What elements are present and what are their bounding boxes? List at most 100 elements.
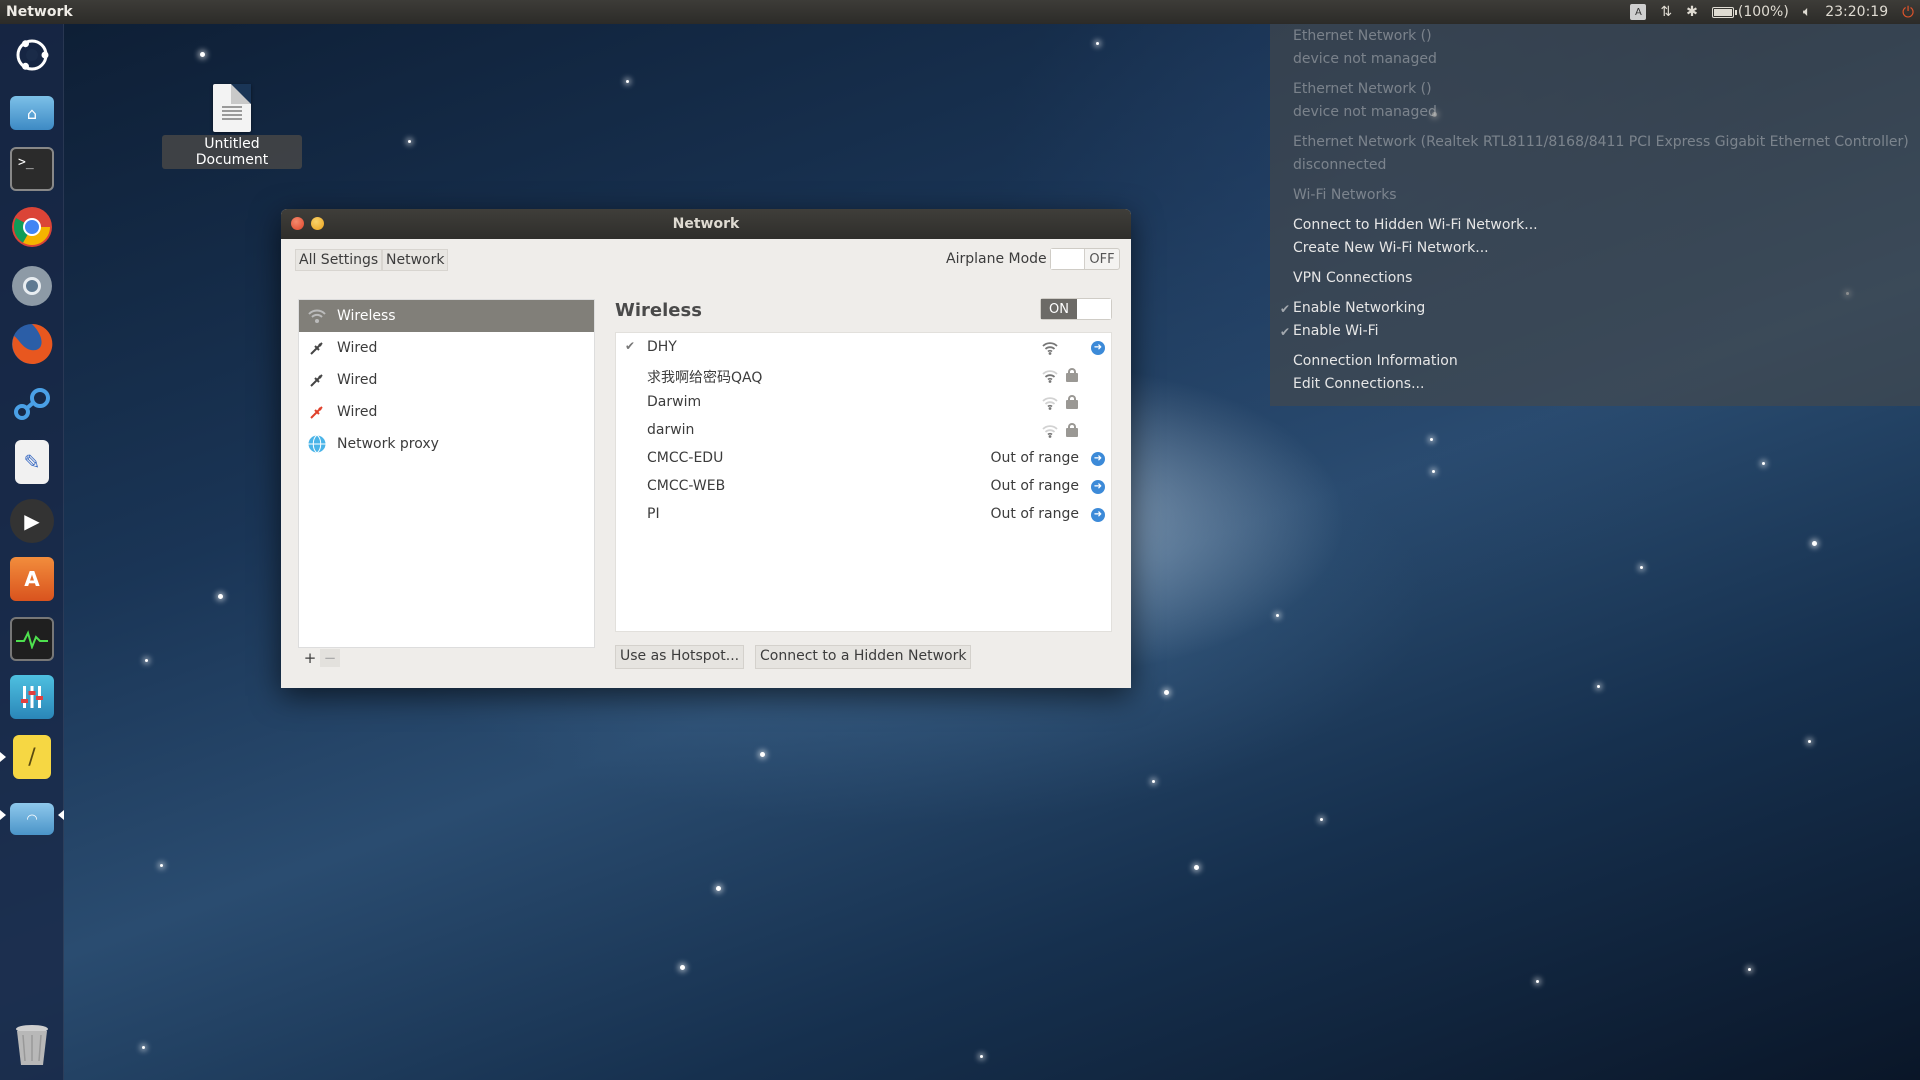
launcher: ⌂ >_ ✎ ▶ A / ◠ xyxy=(0,24,64,1080)
add-device-button[interactable]: + xyxy=(300,649,320,667)
breadcrumb-network[interactable]: Network xyxy=(382,249,449,271)
title-bar[interactable]: Network xyxy=(281,209,1131,239)
wifi-network-status: Out of range xyxy=(990,478,1079,494)
menu-item[interactable]: Enable Networking xyxy=(1293,300,1425,316)
menu-item[interactable]: Connection Information xyxy=(1293,353,1458,369)
text-editor-icon[interactable]: ✎ xyxy=(7,437,57,487)
remove-device-button[interactable]: − xyxy=(320,649,340,667)
firefox-icon[interactable] xyxy=(7,319,57,369)
menu-item[interactable]: VPN Connections xyxy=(1293,270,1412,286)
sidebar-item-wired[interactable]: Wired xyxy=(299,364,594,396)
wifi-network-row[interactable]: CMCC-WEB Out of range ➜ xyxy=(616,474,1111,500)
network-settings-window: Network All Settings Network Airplane Mo… xyxy=(281,209,1131,688)
active-app-title: Network xyxy=(6,4,73,20)
star xyxy=(1276,614,1279,617)
steam-icon[interactable] xyxy=(7,379,57,429)
video-player-icon[interactable]: ▶ xyxy=(7,496,57,546)
sidebar-item-label: Wired xyxy=(337,340,378,356)
star xyxy=(1320,818,1323,821)
focused-pip xyxy=(58,810,64,820)
menu-item[interactable]: Edit Connections... xyxy=(1293,376,1424,392)
network-indicator-icon[interactable]: ⇅ xyxy=(1660,4,1672,20)
sidebar-item-wired[interactable]: Wired xyxy=(299,396,594,428)
notes-icon[interactable]: / xyxy=(0,732,57,782)
star xyxy=(1194,865,1199,870)
airplane-state: OFF xyxy=(1089,251,1115,267)
trash-icon[interactable] xyxy=(7,1020,57,1070)
wireless-toggle[interactable]: ON xyxy=(1040,298,1112,320)
volume-icon[interactable]: 🔈︎ xyxy=(1803,4,1811,20)
breadcrumb-all-settings[interactable]: All Settings xyxy=(295,249,383,271)
chromium-icon[interactable] xyxy=(7,261,57,311)
menu-item[interactable]: Create New Wi-Fi Network... xyxy=(1293,240,1489,256)
wired-error-icon xyxy=(307,402,327,422)
star xyxy=(1164,690,1169,695)
star xyxy=(160,864,163,867)
network-folder-icon[interactable]: ◠ xyxy=(0,790,64,840)
network-details-arrow-icon[interactable]: ➜ xyxy=(1091,480,1105,494)
sidebar-item-label: Wireless xyxy=(337,308,396,324)
software-center-icon[interactable]: A xyxy=(7,554,57,604)
indicator-area: A ⇅ ✱ (100%) 🔈︎ 23:20:19 ⏻ xyxy=(1630,0,1914,24)
wifi-signal-icon xyxy=(1042,425,1058,438)
home-folder-icon[interactable]: ⌂ xyxy=(7,84,57,134)
sidebar-item-wireless[interactable]: Wireless xyxy=(299,300,594,332)
toggle-knob xyxy=(1077,299,1111,319)
network-details-arrow-icon[interactable]: ➜ xyxy=(1091,452,1105,466)
menu-item[interactable]: Enable Wi-Fi xyxy=(1293,323,1379,339)
sidebar-item-network-proxy[interactable]: Network proxy xyxy=(299,428,594,460)
wifi-network-row[interactable]: Darwim xyxy=(616,390,1111,416)
toolbar: All Settings Network Airplane Mode OFF xyxy=(281,239,1131,279)
use-as-hotspot-button[interactable]: Use as Hotspot... xyxy=(615,645,745,669)
wifi-network-row[interactable]: CMCC-EDU Out of range ➜ xyxy=(616,446,1111,472)
airplane-mode-toggle[interactable]: OFF xyxy=(1050,248,1120,270)
network-details-arrow-icon[interactable]: ➜ xyxy=(1091,341,1105,355)
wifi-network-name: Darwim xyxy=(647,394,702,410)
toggle-knob xyxy=(1051,249,1085,269)
star xyxy=(1096,42,1099,45)
star xyxy=(626,80,629,83)
network-details-arrow-icon[interactable]: ➜ xyxy=(1091,508,1105,522)
star xyxy=(980,1055,983,1058)
power-icon[interactable]: ⏻ xyxy=(1902,3,1914,21)
connect-hidden-network-button[interactable]: Connect to a Hidden Network xyxy=(755,645,972,669)
wifi-network-row[interactable]: 求我啊给密码QAQ xyxy=(616,363,1111,389)
star xyxy=(716,886,721,891)
menu-item[interactable]: Connect to Hidden Wi-Fi Network... xyxy=(1293,217,1538,233)
wifi-network-name: CMCC-EDU xyxy=(647,450,724,466)
star xyxy=(145,659,148,662)
wifi-network-row[interactable]: darwin xyxy=(616,418,1111,444)
globe-icon xyxy=(307,434,327,454)
desktop-icon-label: Untitled Document xyxy=(162,135,302,169)
star xyxy=(760,752,765,757)
star xyxy=(1152,780,1155,783)
wireless-icon xyxy=(307,306,327,326)
system-monitor-icon[interactable] xyxy=(7,614,57,664)
bluetooth-icon[interactable]: ✱ xyxy=(1686,4,1698,20)
battery-indicator[interactable]: (100%) xyxy=(1711,4,1789,20)
wifi-network-row[interactable]: PI Out of range ➜ xyxy=(616,502,1111,528)
sound-mixer-icon[interactable] xyxy=(7,672,57,722)
lock-icon xyxy=(1066,395,1078,409)
device-list-controls: + − xyxy=(300,649,340,667)
sidebar-item-label: Wired xyxy=(337,404,378,420)
wifi-network-name: DHY xyxy=(647,339,677,355)
menu-item: Ethernet Network (Realtek RTL8111/8168/8… xyxy=(1293,134,1909,150)
battery-percent: (100%) xyxy=(1737,4,1789,20)
star xyxy=(408,140,411,143)
desktop-file-untitled-document[interactable]: Untitled Document xyxy=(162,84,302,169)
sidebar-item-wired[interactable]: Wired xyxy=(299,332,594,364)
chrome-icon[interactable] xyxy=(7,202,57,252)
ubuntu-logo-icon[interactable] xyxy=(7,30,57,80)
window-title: Network xyxy=(672,216,740,232)
airplane-mode-label: Airplane Mode xyxy=(946,251,1047,267)
star xyxy=(1748,968,1751,971)
menu-item: Ethernet Network () xyxy=(1293,28,1432,44)
keyboard-indicator[interactable]: A xyxy=(1630,4,1647,20)
terminal-icon[interactable]: >_ xyxy=(7,144,57,194)
wifi-signal-icon xyxy=(1042,397,1058,410)
clock[interactable]: 23:20:19 xyxy=(1825,4,1888,20)
wifi-network-row[interactable]: ✔ DHY ➜ xyxy=(616,335,1111,361)
wifi-signal-icon xyxy=(1042,342,1058,355)
running-pip xyxy=(0,810,6,820)
